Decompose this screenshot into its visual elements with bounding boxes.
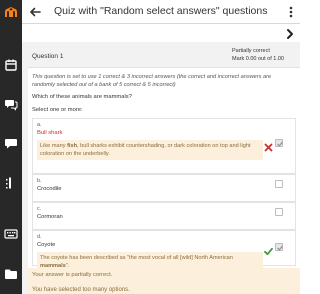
select-hint: Select one or more: <box>32 107 83 113</box>
option-label: Bull shark <box>37 130 63 136</box>
menu-icon[interactable] <box>4 176 18 190</box>
question-number: Question 1 <box>32 53 64 60</box>
calendar-icon[interactable] <box>4 58 18 72</box>
question-header: Question 1 Partially correct Mark 0.00 o… <box>28 44 300 68</box>
question-prompt: Which of these animals are mammals? <box>32 94 132 100</box>
question-navigation-bar <box>22 24 300 42</box>
option-letter: d. <box>37 234 42 240</box>
arrow-left-icon[interactable] <box>28 5 42 19</box>
moodle-logo-icon[interactable] <box>4 6 18 20</box>
option-label: Crocodile <box>37 186 62 192</box>
option-letter: c. <box>37 206 42 212</box>
answer-option-a[interactable]: a. Bull shark Like many fish, bull shark… <box>32 118 296 174</box>
option-feedback: Like many fish, bull sharks exhibit coun… <box>37 140 263 160</box>
option-d-checkbox[interactable] <box>275 243 283 251</box>
option-letter: a. <box>37 122 42 128</box>
incorrect-cross-icon <box>264 139 273 152</box>
option-b-checkbox[interactable] <box>275 180 283 188</box>
answer-option-b[interactable]: b. Crocodile <box>32 174 296 202</box>
sidebar <box>0 0 22 294</box>
chevron-right-icon[interactable] <box>284 27 296 39</box>
vertical-ellipsis-icon[interactable] <box>286 5 296 19</box>
answer-option-d[interactable]: d. Coyote The coyote has been described … <box>32 230 296 272</box>
chat-icon[interactable] <box>4 97 18 111</box>
app-header: Quiz with "Random select answers" questi… <box>22 0 300 24</box>
question-state: Partially correct <box>232 48 270 54</box>
option-c-checkbox[interactable] <box>275 208 283 216</box>
option-label: Coyote <box>37 242 56 248</box>
option-label: Cormoran <box>37 214 63 220</box>
correct-check-icon <box>264 243 273 256</box>
question-card: Question 1 Partially correct Mark 0.00 o… <box>28 44 300 294</box>
page-title: Quiz with "Random select answers" questi… <box>54 5 268 17</box>
question-mark: Mark 0.00 out of 1.00 <box>232 56 284 62</box>
outcome-feedback: Your answer is partially correct. You ha… <box>28 268 300 294</box>
question-intro: This question is set to use 1 correct & … <box>32 74 272 88</box>
answer-option-c[interactable]: c. Cormoran <box>32 202 296 230</box>
option-letter: b. <box>37 178 42 184</box>
too-many-options-message: You have selected too many options. <box>32 287 130 293</box>
content-area: Question 1 Partially correct Mark 0.00 o… <box>22 42 300 294</box>
messages-icon[interactable] <box>4 136 18 150</box>
option-a-checkbox[interactable] <box>275 139 283 147</box>
folder-icon[interactable] <box>4 267 18 281</box>
partially-correct-message: Your answer is partially correct. <box>32 272 113 278</box>
keyboard-icon[interactable] <box>4 227 18 241</box>
